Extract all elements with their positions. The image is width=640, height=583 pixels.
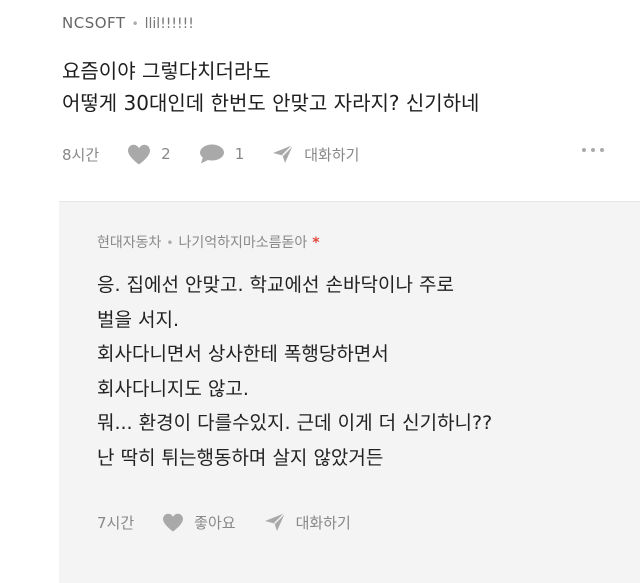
heart-icon	[128, 144, 151, 164]
comment-count: 1	[234, 145, 245, 163]
reply-line: 뭐... 환경이 다를수있지. 근데 이게 더 신기하니??	[97, 412, 493, 434]
reply-nickname: 나기억하지마소름돋아	[178, 235, 308, 251]
separator-dot: •	[166, 236, 174, 250]
post-line: 요즘이야 그렇다치더라도	[62, 59, 271, 83]
post-actions: 8시간 2 1 대화하기	[62, 142, 387, 166]
reply-like-button[interactable]: 좋아요	[162, 512, 236, 533]
reply-line: 응. 집에선 안맞고. 학교에선 손바닥이나 주로	[97, 274, 454, 296]
author-marker: *	[312, 235, 320, 251]
post-author-line[interactable]: NCSOFT • llil!!!!!!	[62, 14, 194, 32]
reply-actions: 7시간 좋아요 대화하기	[97, 510, 379, 534]
reply-line: 벌을 서지.	[97, 308, 179, 331]
reply-line: 회사다니면서 상사한테 폭행당하면서	[97, 343, 389, 365]
chat-button[interactable]: 대화하기	[272, 144, 359, 165]
reply-chat-button[interactable]: 대화하기	[264, 512, 351, 533]
like-count: 2	[161, 145, 171, 163]
reply-like-label: 좋아요	[194, 513, 236, 532]
post-body: 요즘이야 그렇다치더라도 어떻게 30대인데 한번도 안맞고 자라지? 신기하네	[62, 55, 479, 119]
reply-card: 현대자동차 • 나기억하지마소름돋아 * 응. 집에선 안맞고. 학교에선 손바닥이나…	[59, 201, 640, 583]
reply-author-line[interactable]: 현대자동차 • 나기억하지마소름돋아 *	[97, 232, 320, 252]
more-dots-icon[interactable]	[582, 148, 604, 152]
post-nickname: llil!!!!!!	[144, 16, 194, 32]
reply-chat-label: 대화하기	[295, 513, 351, 532]
reply-line: 난 딱히 튀는행동하며 살지 않았거든	[97, 446, 384, 469]
reply-body: 응. 집에선 안맞고. 학교에선 손바닥이나 주로 벌을 서지. 회사다니면서 …	[97, 268, 492, 475]
chat-label: 대화하기	[304, 145, 360, 164]
separator-dot: •	[131, 17, 139, 31]
post: NCSOFT • llil!!!!!! 요즘이야 그렇다치더라도 어떻게 30대인데…	[0, 0, 640, 200]
reply-line: 회사다니지도 않고.	[97, 377, 249, 400]
heart-icon	[163, 513, 184, 532]
send-paper-plane-icon	[264, 512, 286, 531]
reply-company: 현대자동차	[97, 235, 162, 251]
like-button[interactable]: 2	[127, 144, 171, 165]
comment-button[interactable]: 1	[199, 144, 245, 164]
comment-bubble-icon	[199, 144, 224, 164]
post-company: NCSOFT	[62, 14, 126, 32]
post-time: 8시간	[62, 145, 100, 164]
send-paper-plane-icon	[273, 144, 294, 163]
reply-time: 7시간	[97, 513, 135, 532]
post-line: 어떻게 30대인데 한번도 안맞고 자라지? 신기하네	[62, 91, 480, 115]
